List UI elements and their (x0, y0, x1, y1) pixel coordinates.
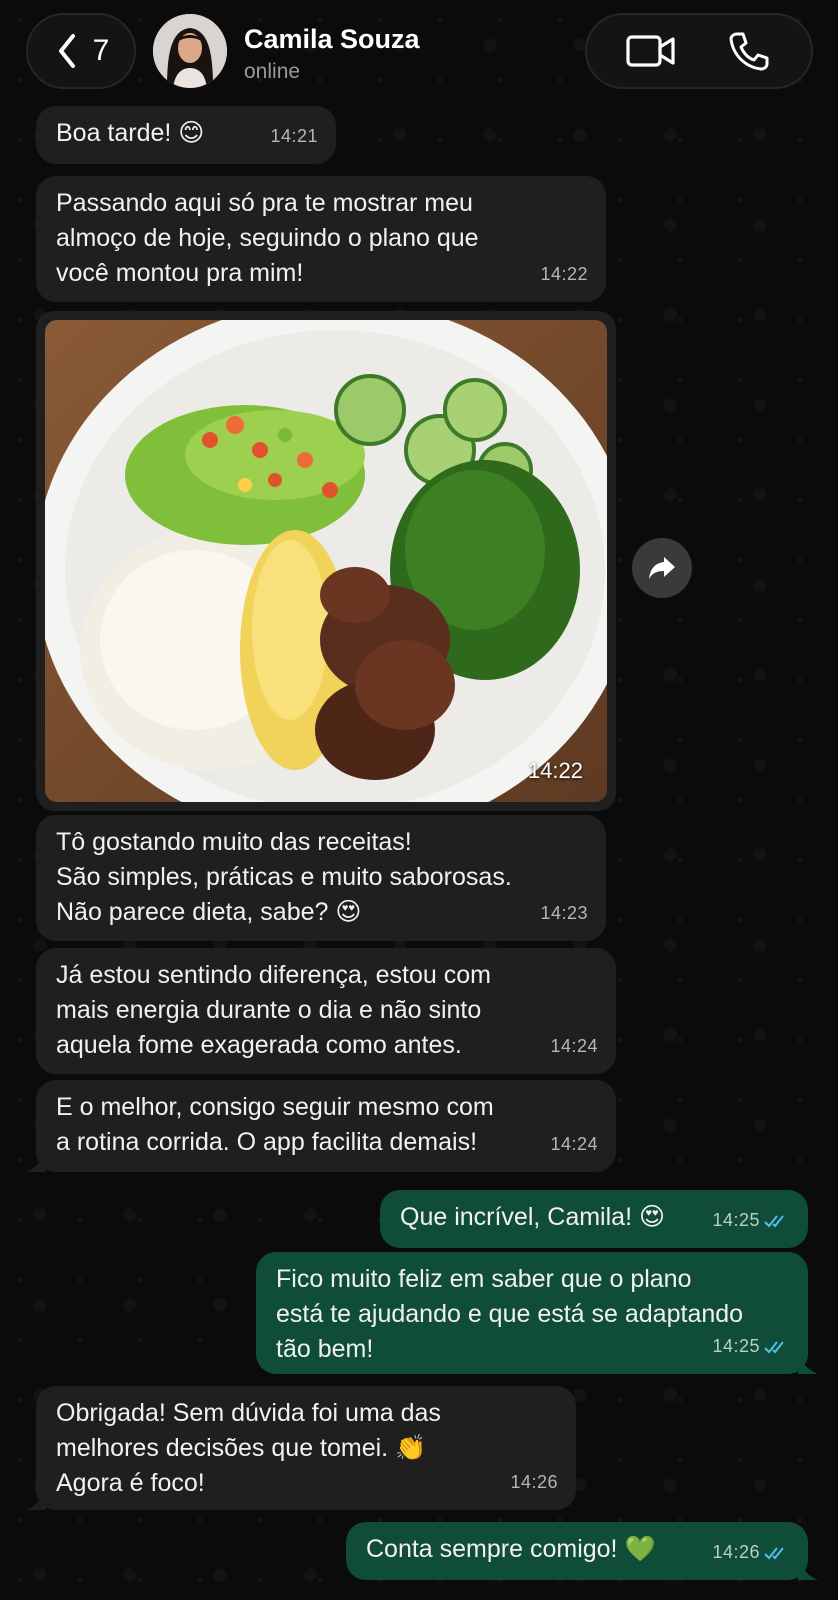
message-time: 14:22 (540, 264, 588, 284)
double-check-icon (764, 1546, 784, 1559)
message-time: 14:25 (712, 1210, 760, 1230)
phone-icon[interactable] (727, 29, 771, 73)
food-photo[interactable]: 14:22 (45, 320, 607, 802)
message-time: 14:21 (270, 126, 318, 146)
message-time: 14:25 (712, 1336, 760, 1356)
unread-count: 7 (92, 34, 110, 67)
message-text: Passando aqui só pra te mostrar meu (56, 189, 473, 217)
message-text: Fico muito feliz em saber que o plano (276, 1265, 692, 1293)
message-text: está te ajudando e que está se adaptando (276, 1300, 744, 1328)
message-time: 14:24 (550, 1134, 598, 1154)
message-bubble[interactable]: Passando aqui só pra te mostrar meu almo… (36, 176, 606, 302)
chevron-left-icon (58, 34, 75, 68)
avatar[interactable] (153, 14, 227, 88)
bubble-tail (26, 1154, 46, 1172)
double-check-icon (764, 1340, 784, 1353)
message-bubble[interactable]: E o melhor, consigo seguir mesmo com a r… (26, 1080, 616, 1172)
image-message[interactable]: 14:22 (36, 311, 616, 811)
message-time: 14:23 (540, 903, 588, 923)
double-check-icon (764, 1214, 784, 1227)
message-text: almoço de hoje, seguindo o plano que (56, 224, 479, 252)
message-time-wrapper: 14:26 (712, 1535, 790, 1570)
forward-arrow-icon (649, 557, 675, 579)
message-bubble[interactable]: Boa tarde! 😊 14:21 (36, 106, 336, 164)
message-time-wrapper: 14:25 (712, 1203, 790, 1238)
message-bubble[interactable]: Obrigada! Sem dúvida foi uma das melhore… (26, 1386, 576, 1510)
message-time: 14:26 (510, 1472, 558, 1492)
message-text: E o melhor, consigo seguir mesmo com (56, 1093, 494, 1121)
bubble-tail (798, 1562, 818, 1580)
forward-button[interactable] (632, 538, 692, 598)
bubble-tail (26, 1492, 46, 1510)
message-text: São simples, práticas e muito saborosas. (56, 863, 512, 891)
contact-name[interactable]: Camila Souza (244, 24, 420, 55)
bubble-tail (798, 1356, 818, 1374)
message-time-wrapper: 14:25 (712, 1329, 790, 1364)
message-text: a rotina corrida. O app facilita demais! (56, 1128, 478, 1156)
message-text: melhores decisões que tomei. 👏 (56, 1434, 427, 1462)
message-time: 14:24 (550, 1036, 598, 1056)
call-actions (585, 13, 813, 89)
message-time: 14:26 (712, 1542, 760, 1562)
message-bubble[interactable]: Tô gostando muito das receitas! São simp… (36, 815, 606, 941)
message-text: aquela fome exagerada como antes. (56, 1031, 462, 1059)
message-text: mais energia durante o dia e não sinto (56, 996, 482, 1024)
message-text: você montou pra mim! (56, 259, 304, 287)
message-text: Obrigada! Sem dúvida foi uma das (56, 1399, 441, 1427)
message-text: Não parece dieta, sabe? 😍 (56, 898, 362, 926)
message-bubble[interactable]: Que incrível, Camila! 😍 14:25 (380, 1190, 808, 1248)
message-bubble[interactable]: Já estou sentindo diferença, estou com m… (36, 948, 616, 1074)
message-text: Tô gostando muito das receitas! (56, 828, 412, 856)
back-button[interactable]: 7 (26, 13, 136, 89)
image-time: 14:22 (527, 758, 583, 783)
message-text: Agora é foco! (56, 1469, 205, 1497)
chat-header: 7 Camila Souza online (0, 0, 838, 100)
message-text: Já estou sentindo diferença, estou com (56, 961, 491, 989)
contact-status: online (244, 60, 301, 83)
video-camera-icon[interactable] (625, 31, 677, 71)
message-text: tão bem! (276, 1335, 374, 1363)
message-bubble[interactable]: Fico muito feliz em saber que o plano es… (256, 1252, 818, 1374)
message-bubble[interactable]: Conta sempre comigo! 💚 14:26 (346, 1522, 818, 1580)
